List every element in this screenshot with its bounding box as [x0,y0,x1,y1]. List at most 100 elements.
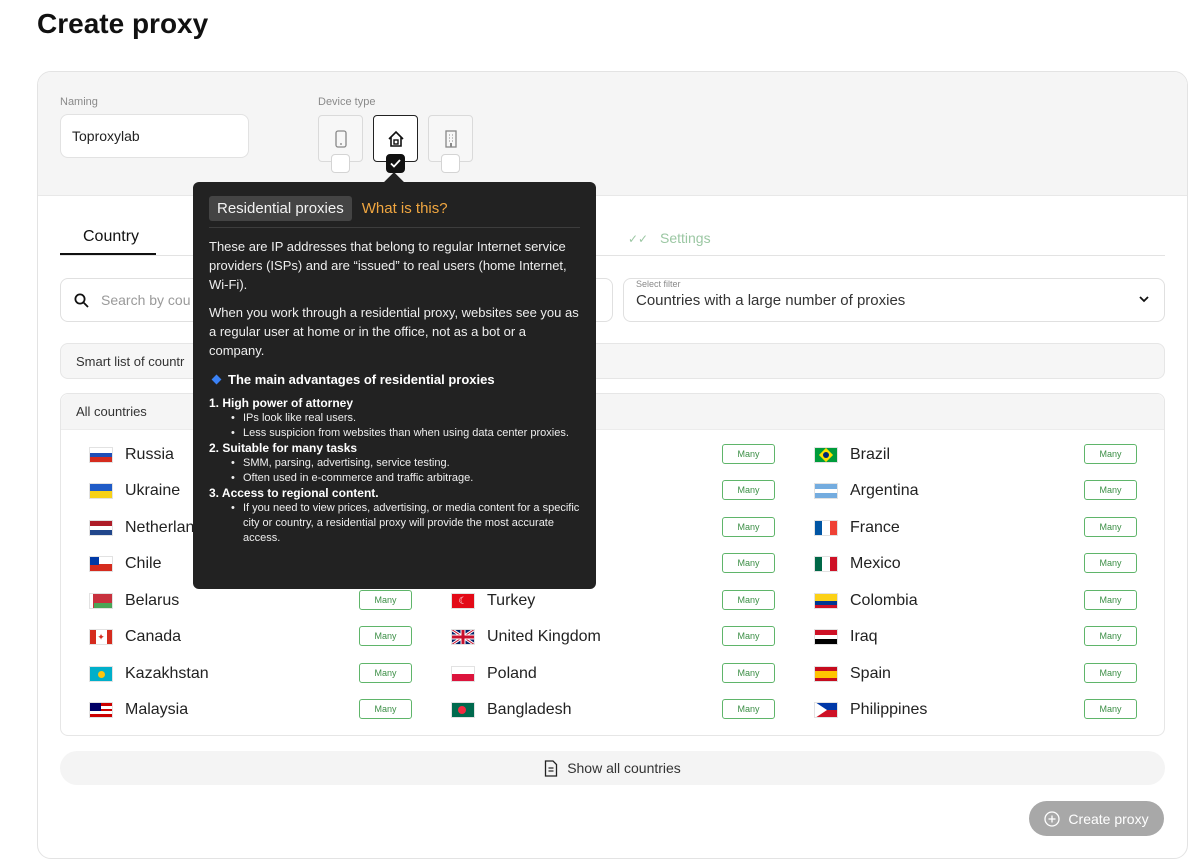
availability-badge: Many [1084,517,1137,537]
device-home-checkbox[interactable] [386,154,405,173]
tooltip-title-pill: Residential proxies [209,196,352,221]
country-row-ukraine[interactable]: Ukraine [89,479,180,503]
country-name: Philippines [850,701,928,718]
flag-canada-icon: ✦ [89,629,113,645]
country-row-belarus[interactable]: Belarus [89,589,179,613]
flag-uk-icon [451,629,475,645]
availability-badge: Many [1084,699,1137,719]
country-row-iraq[interactable]: Iraq [814,625,878,649]
show-all-countries-button[interactable]: Show all countries [60,751,1165,785]
chevron-down-icon [1139,296,1149,303]
country-row-brazil[interactable]: Brazil [814,443,890,467]
flag-brazil-icon [814,447,838,463]
advantage-1-item-2: Less suspicion from websites than when u… [209,426,580,441]
country-row-spain[interactable]: Spain [814,662,891,686]
tab-settings[interactable]: ✓✓ Settings [628,230,711,246]
tooltip-paragraph-2: When you work through a residential prox… [209,305,579,358]
country-row-france[interactable]: France [814,516,900,540]
availability-badge: Many [722,663,775,683]
country-row-argentina[interactable]: Argentina [814,479,919,503]
availability-badge: Many [722,444,775,464]
country-name: Netherlan [125,519,195,536]
device-mobile-checkbox[interactable] [331,154,350,173]
naming-input[interactable]: Toproxylab [60,114,249,158]
building-icon [444,129,457,148]
filter-select[interactable]: Select filter Countries with a large num… [623,278,1165,322]
tooltip-header: Residential proxies What is this? [209,196,580,228]
country-row-chile[interactable]: Chile [89,552,161,576]
country-name: Poland [487,665,537,682]
country-row-philippines[interactable]: Philippines [814,698,927,722]
availability-badge: Many [359,663,412,683]
page-title: Create proxy [37,8,209,39]
search-placeholder: Search by cou [101,292,191,308]
country-name: Iraq [850,628,878,645]
country-row-united-kingdom[interactable]: United Kingdom [451,625,601,649]
what-is-this-link[interactable]: What is this? [362,200,448,217]
advantage-3-item-1: If you need to view prices, advertising,… [209,501,580,546]
device-business-option[interactable] [428,115,473,173]
flag-mexico-icon [814,556,838,572]
advantage-2-title: 2. Suitable for many tasks [209,441,358,455]
home-icon [387,130,404,147]
tab-country[interactable]: Country [83,228,139,246]
country-name: Mexico [850,555,901,572]
country-name: Bangladesh [487,701,572,718]
country-row-malaysia[interactable]: Malaysia [89,698,188,722]
availability-badge: Many [722,699,775,719]
mobile-icon [334,129,347,148]
availability-badge: Many [1084,480,1137,500]
country-row-russia[interactable]: Russia [89,443,174,467]
document-icon [545,759,558,777]
plus-circle-icon [1044,810,1061,827]
availability-badge: Many [359,626,412,646]
flag-netherlands-icon [89,520,113,536]
country-name: Ukraine [125,482,181,499]
availability-badge: Many [722,517,775,537]
availability-badge: Many [1084,626,1137,646]
flag-belarus-icon [89,593,113,609]
create-proxy-button[interactable]: Create proxy [1029,801,1164,836]
create-proxy-label: Create proxy [1068,810,1149,827]
flag-spain-icon [814,666,838,682]
country-name: Spain [850,665,891,682]
device-business-checkbox[interactable] [441,154,460,173]
tab-settings-label: Settings [660,230,711,246]
advantage-2-item-2: Often used in e-commerce and traffic arb… [209,471,580,486]
country-row-netherlands[interactable]: Netherlan [89,516,194,540]
flag-iraq-icon [814,629,838,645]
flag-russia-icon [89,447,113,463]
advantage-1-item-1: IPs look like real users. [209,411,580,426]
device-home-option[interactable] [373,115,418,173]
device-type-label: Device type [318,96,376,108]
filter-value: Countries with a large number of proxies [636,292,906,309]
country-row-kazakhstan[interactable]: Kazakhstan [89,662,209,686]
active-tab-indicator [60,253,156,255]
country-name: Colombia [850,592,918,609]
advantage-1-title: 1. High power of attorney [209,396,354,410]
advantage-2-item-1: SMM, parsing, advertising, service testi… [209,456,580,471]
country-name: Chile [125,555,162,572]
country-row-turkey[interactable]: ☾ Turkey [451,589,535,613]
device-mobile-option[interactable] [318,115,363,173]
flag-turkey-icon: ☾ [451,593,475,609]
country-row-poland[interactable]: Poland [451,662,537,686]
availability-badge: Many [722,480,775,500]
show-all-label: Show all countries [567,760,681,776]
country-row-canada[interactable]: ✦ Canada [89,625,181,649]
country-name: Turkey [487,592,536,609]
flag-philippines-icon [814,702,838,718]
availability-badge: Many [722,626,775,646]
country-name: Kazakhstan [125,665,209,682]
availability-badge: Many [722,553,775,573]
country-name: Russia [125,446,174,463]
availability-badge: Many [1084,590,1137,610]
flag-poland-icon [451,666,475,682]
advantage-3-title: 3. Access to regional content. [209,486,379,500]
country-row-colombia[interactable]: Colombia [814,589,918,613]
country-row-bangladesh[interactable]: Bangladesh [451,698,572,722]
check-icon [390,159,401,168]
flag-malaysia-icon [89,702,113,718]
flag-argentina-icon [814,483,838,499]
country-row-mexico[interactable]: Mexico [814,552,901,576]
